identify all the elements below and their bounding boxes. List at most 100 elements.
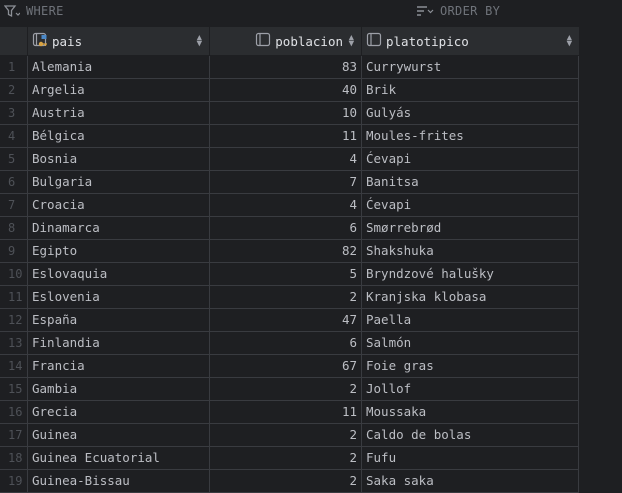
filter-icon: [4, 4, 20, 18]
result-grid: pais ▲ ▼ poblacion ▲ ▼ platotipico ▲ ▼ 1 Ale…: [0, 27, 579, 493]
cell-poblacion[interactable]: 11: [209, 125, 361, 147]
row-number: 14: [0, 355, 27, 377]
cell-poblacion[interactable]: 2: [209, 447, 361, 469]
sort-toggle-icon[interactable]: ▲ ▼: [567, 34, 572, 49]
cell-pais[interactable]: Eslovaquia: [27, 263, 209, 285]
cell-poblacion[interactable]: 11: [209, 401, 361, 423]
column-header-label: platotipico: [386, 33, 469, 49]
row-number: 2: [0, 79, 27, 101]
cell-poblacion[interactable]: 47: [209, 309, 361, 331]
cell-platotipico[interactable]: Banitsa: [361, 171, 579, 193]
cell-pais[interactable]: Dinamarca: [27, 217, 209, 239]
key-column-icon: [32, 32, 48, 51]
cell-poblacion[interactable]: 2: [209, 286, 361, 308]
table-row[interactable]: 13 Finlandia 6 Salmón: [0, 332, 579, 355]
column-header-pais[interactable]: pais ▲ ▼: [27, 27, 209, 55]
cell-pais[interactable]: Austria: [27, 102, 209, 124]
cell-platotipico[interactable]: Salmón: [361, 332, 579, 354]
cell-pais[interactable]: Bulgaria: [27, 171, 209, 193]
table-row[interactable]: 4 Bélgica 11 Moules-frites: [0, 125, 579, 148]
cell-platotipico[interactable]: Ćevapi: [361, 148, 579, 170]
cell-pais[interactable]: Bosnia: [27, 148, 209, 170]
where-filter[interactable]: WHERE: [4, 4, 64, 18]
cell-pais[interactable]: Grecia: [27, 401, 209, 423]
cell-poblacion[interactable]: 6: [209, 217, 361, 239]
cell-platotipico[interactable]: Gulyás: [361, 102, 579, 124]
cell-platotipico[interactable]: Moussaka: [361, 401, 579, 423]
cell-pais[interactable]: Gambia: [27, 378, 209, 400]
cell-poblacion[interactable]: 40: [209, 79, 361, 101]
sort-toggle-icon[interactable]: ▲ ▼: [349, 34, 354, 49]
column-header-poblacion[interactable]: poblacion ▲ ▼: [209, 27, 361, 55]
cell-platotipico[interactable]: Foie gras: [361, 355, 579, 377]
table-row[interactable]: 9 Egipto 82 Shakshuka: [0, 240, 579, 263]
row-number: 19: [0, 470, 27, 492]
cell-poblacion[interactable]: 83: [209, 56, 361, 78]
cell-platotipico[interactable]: Moules-frites: [361, 125, 579, 147]
cell-pais[interactable]: Croacia: [27, 194, 209, 216]
cell-poblacion[interactable]: 6: [209, 332, 361, 354]
cell-poblacion[interactable]: 5: [209, 263, 361, 285]
table-row[interactable]: 8 Dinamarca 6 Smørrebrød: [0, 217, 579, 240]
table-row[interactable]: 16 Grecia 11 Moussaka: [0, 401, 579, 424]
table-row[interactable]: 10 Eslovaquia 5 Bryndzové halušky: [0, 263, 579, 286]
cell-poblacion[interactable]: 82: [209, 240, 361, 262]
column-header-label: poblacion: [275, 33, 343, 49]
cell-platotipico[interactable]: Currywurst: [361, 56, 579, 78]
table-row[interactable]: 7 Croacia 4 Ćevapi: [0, 194, 579, 217]
row-number: 16: [0, 401, 27, 423]
sort-toggle-icon[interactable]: ▲ ▼: [197, 34, 202, 49]
cell-pais[interactable]: Finlandia: [27, 332, 209, 354]
cell-poblacion[interactable]: 10: [209, 102, 361, 124]
table-row[interactable]: 6 Bulgaria 7 Banitsa: [0, 171, 579, 194]
table-row[interactable]: 14 Francia 67 Foie gras: [0, 355, 579, 378]
cell-platotipico[interactable]: Ćevapi: [361, 194, 579, 216]
column-header-platotipico[interactable]: platotipico ▲ ▼: [361, 27, 579, 55]
table-row[interactable]: 11 Eslovenia 2 Kranjska klobasa: [0, 286, 579, 309]
table-row[interactable]: 1 Alemania 83 Currywurst: [0, 56, 579, 79]
cell-platotipico[interactable]: Bryndzové halušky: [361, 263, 579, 285]
cell-poblacion[interactable]: 2: [209, 378, 361, 400]
cell-platotipico[interactable]: Caldo de bolas: [361, 424, 579, 446]
cell-pais[interactable]: Bélgica: [27, 125, 209, 147]
cell-platotipico[interactable]: Shakshuka: [361, 240, 579, 262]
table-row[interactable]: 15 Gambia 2 Jollof: [0, 378, 579, 401]
cell-pais[interactable]: Argelia: [27, 79, 209, 101]
table-row[interactable]: 17 Guinea 2 Caldo de bolas: [0, 424, 579, 447]
row-number: 15: [0, 378, 27, 400]
table-row[interactable]: 19 Guinea-Bissau 2 Saka saka: [0, 470, 579, 493]
cell-platotipico[interactable]: Fufu: [361, 447, 579, 469]
cell-platotipico[interactable]: Saka saka: [361, 470, 579, 492]
row-number: 7: [0, 194, 27, 216]
cell-platotipico[interactable]: Paella: [361, 309, 579, 331]
cell-poblacion[interactable]: 2: [209, 424, 361, 446]
table-row[interactable]: 5 Bosnia 4 Ćevapi: [0, 148, 579, 171]
cell-platotipico[interactable]: Smørrebrød: [361, 217, 579, 239]
where-label: WHERE: [26, 4, 64, 18]
table-row[interactable]: 2 Argelia 40 Brik: [0, 79, 579, 102]
row-number: 13: [0, 332, 27, 354]
table-row[interactable]: 12 España 47 Paella: [0, 309, 579, 332]
row-number: 10: [0, 263, 27, 285]
table-row[interactable]: 3 Austria 10 Gulyás: [0, 102, 579, 125]
cell-pais[interactable]: Guinea Ecuatorial: [27, 447, 209, 469]
cell-pais[interactable]: España: [27, 309, 209, 331]
cell-poblacion[interactable]: 67: [209, 355, 361, 377]
cell-platotipico[interactable]: Brik: [361, 79, 579, 101]
cell-platotipico[interactable]: Kranjska klobasa: [361, 286, 579, 308]
cell-platotipico[interactable]: Jollof: [361, 378, 579, 400]
cell-pais[interactable]: Francia: [27, 355, 209, 377]
cell-pais[interactable]: Alemania: [27, 56, 209, 78]
cell-poblacion[interactable]: 4: [209, 148, 361, 170]
cell-pais[interactable]: Eslovenia: [27, 286, 209, 308]
cell-poblacion[interactable]: 7: [209, 171, 361, 193]
cell-pais[interactable]: Egipto: [27, 240, 209, 262]
cell-poblacion[interactable]: 2: [209, 470, 361, 492]
order-by-filter[interactable]: ORDER BY: [416, 4, 500, 18]
cell-poblacion[interactable]: 4: [209, 194, 361, 216]
cell-pais[interactable]: Guinea-Bissau: [27, 470, 209, 492]
table-row[interactable]: 18 Guinea Ecuatorial 2 Fufu: [0, 447, 579, 470]
row-number: 8: [0, 217, 27, 239]
filter-bar: WHERE ORDER BY: [0, 0, 622, 24]
cell-pais[interactable]: Guinea: [27, 424, 209, 446]
